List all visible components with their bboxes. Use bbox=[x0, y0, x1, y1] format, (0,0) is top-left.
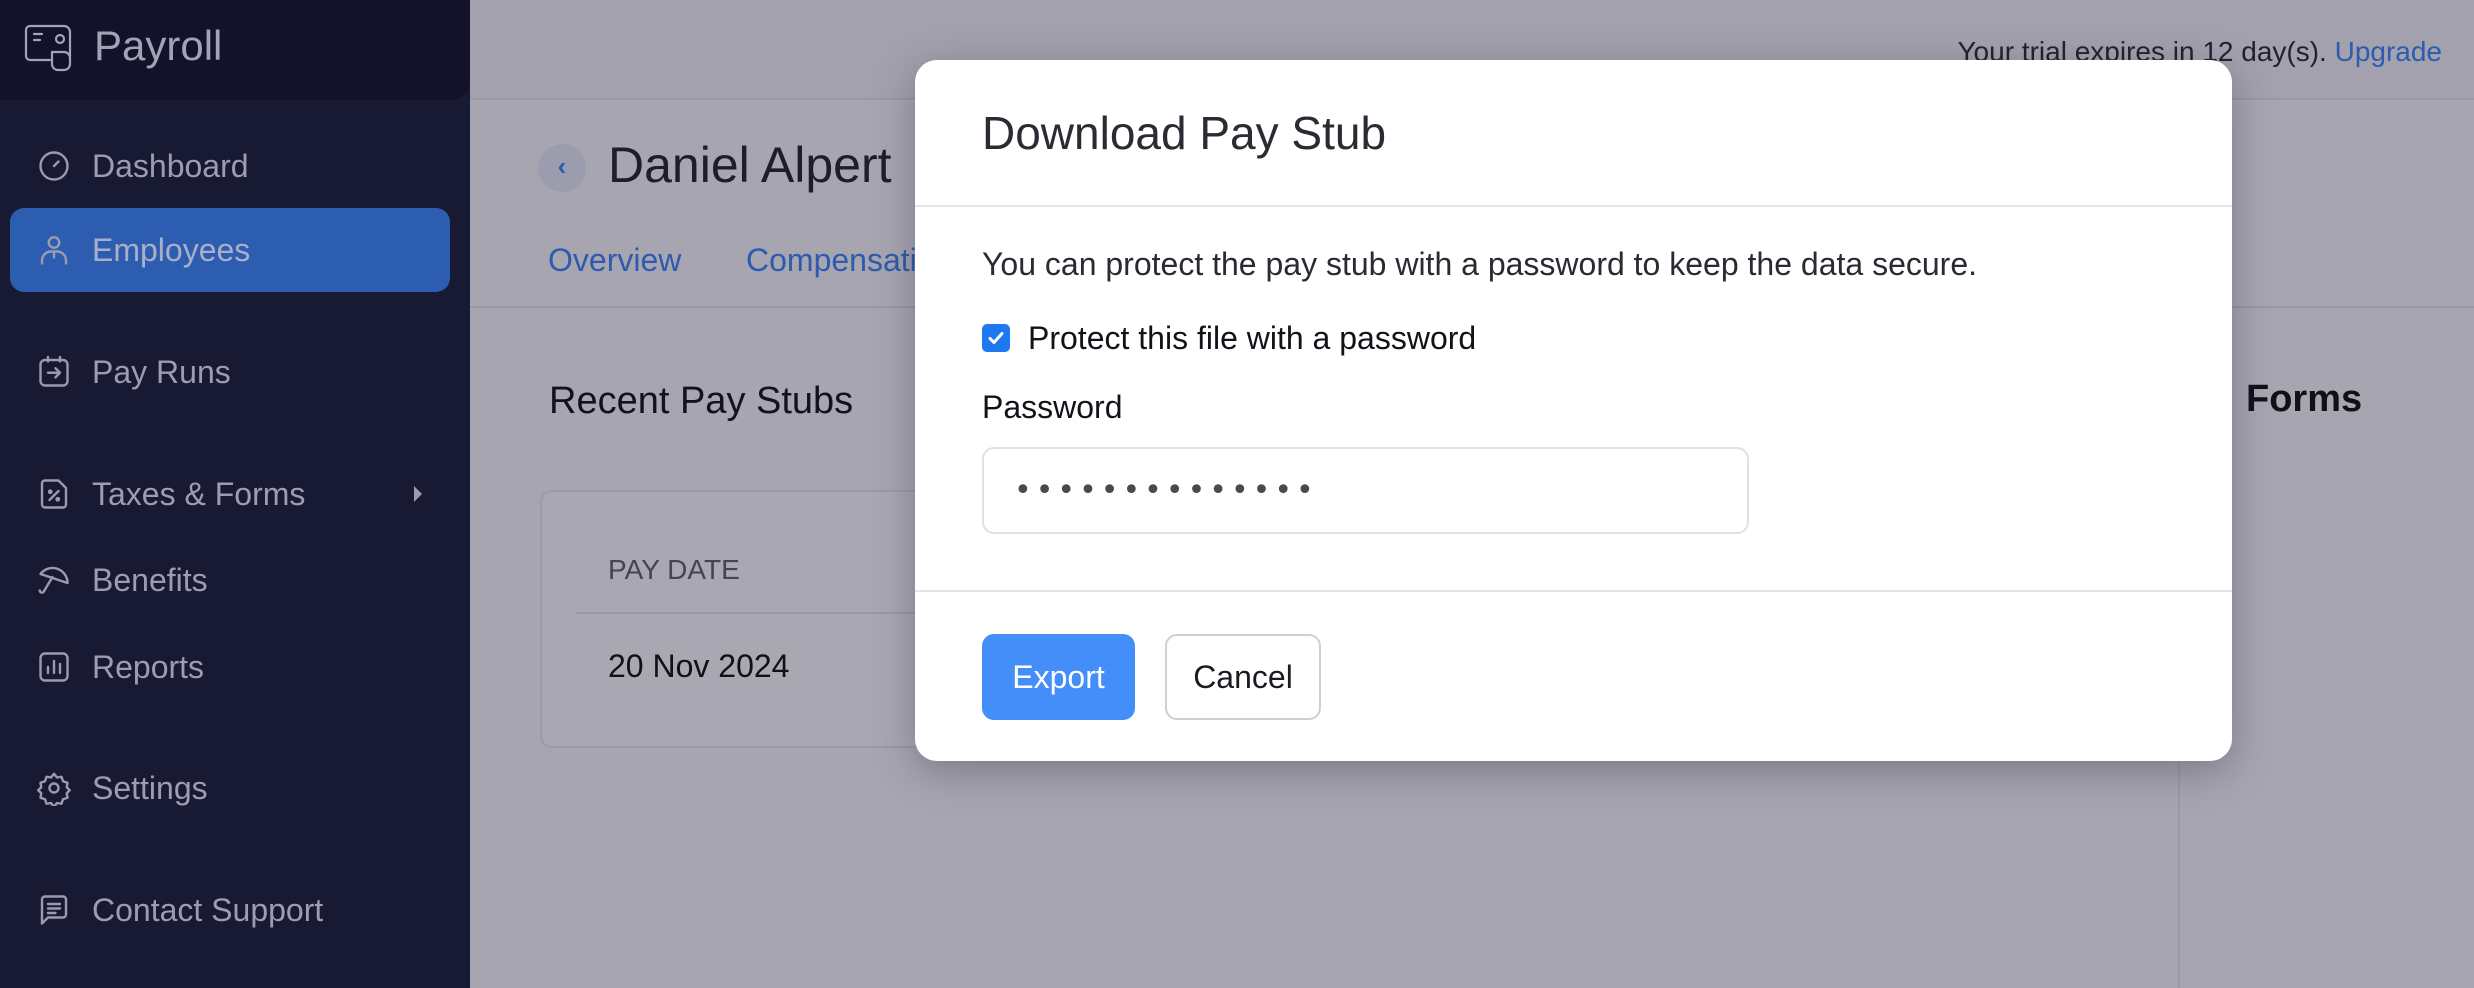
sidebar-item-employees[interactable]: Employees bbox=[10, 208, 450, 292]
table-cell-pay-date[interactable]: 20 Nov 2024 bbox=[608, 648, 789, 685]
sidebar-item-label: Dashboard bbox=[92, 147, 249, 184]
sidebar-item-contact-support[interactable]: Contact Support bbox=[10, 868, 450, 952]
modal-header-divider bbox=[915, 205, 2232, 207]
payroll-logo-icon bbox=[24, 24, 72, 72]
calendar-arrow-icon bbox=[36, 354, 72, 390]
password-label: Password bbox=[982, 389, 1123, 425]
sidebar-item-label: Reports bbox=[92, 648, 205, 685]
chevron-right-icon bbox=[414, 486, 422, 502]
export-button[interactable]: Export bbox=[982, 634, 1135, 720]
download-pay-stub-modal: Download Pay Stub You can protect the pa… bbox=[915, 60, 2232, 761]
tax-document-icon bbox=[36, 476, 72, 512]
back-button[interactable]: ‹ bbox=[538, 144, 586, 192]
user-icon bbox=[36, 232, 72, 268]
cancel-button[interactable]: Cancel bbox=[1165, 634, 1321, 720]
sidebar-item-settings[interactable]: Settings bbox=[10, 746, 450, 830]
bar-chart-icon bbox=[36, 649, 72, 685]
modal-title: Download Pay Stub bbox=[982, 107, 1387, 159]
password-input[interactable] bbox=[982, 447, 1749, 534]
tab-overview[interactable]: Overview bbox=[548, 242, 681, 279]
protect-password-checkbox[interactable] bbox=[982, 324, 1010, 352]
chevron-left-icon: ‹ bbox=[557, 151, 567, 181]
sidebar-header: Payroll bbox=[0, 0, 470, 100]
employee-name: Daniel Alpert bbox=[608, 137, 892, 193]
sidebar-item-label: Employees bbox=[92, 231, 251, 268]
checkmark-icon bbox=[988, 332, 1004, 344]
sidebar-item-label: Taxes & Forms bbox=[92, 475, 306, 512]
sidebar-item-benefits[interactable]: Benefits bbox=[10, 538, 450, 622]
column-header-pay-date: PAY DATE bbox=[608, 554, 740, 585]
sidebar-item-taxes-forms[interactable]: Taxes & Forms bbox=[10, 452, 450, 536]
forms-section-title: Forms bbox=[2246, 378, 2363, 420]
sidebar-item-label: Benefits bbox=[92, 561, 208, 598]
sidebar: Payroll Dashboard Employees Pay Runs Tax… bbox=[0, 0, 470, 988]
sidebar-item-pay-runs[interactable]: Pay Runs bbox=[10, 330, 450, 414]
app-title: Payroll bbox=[94, 22, 223, 69]
sidebar-item-label: Settings bbox=[92, 769, 208, 806]
modal-footer-divider bbox=[915, 590, 2232, 592]
chat-icon bbox=[36, 892, 72, 928]
sidebar-item-dashboard[interactable]: Dashboard bbox=[10, 124, 450, 208]
modal-description: You can protect the pay stub with a pass… bbox=[982, 246, 1977, 282]
sidebar-item-label: Contact Support bbox=[92, 891, 324, 928]
gauge-icon bbox=[36, 148, 72, 184]
gear-icon bbox=[36, 770, 72, 808]
upgrade-link[interactable]: Upgrade bbox=[2335, 36, 2442, 67]
umbrella-icon bbox=[36, 562, 72, 598]
sidebar-item-reports[interactable]: Reports bbox=[10, 625, 450, 709]
protect-password-label[interactable]: Protect this file with a password bbox=[1028, 320, 1476, 357]
sidebar-item-label: Pay Runs bbox=[92, 353, 231, 390]
recent-pay-stubs-title: Recent Pay Stubs bbox=[549, 380, 854, 422]
